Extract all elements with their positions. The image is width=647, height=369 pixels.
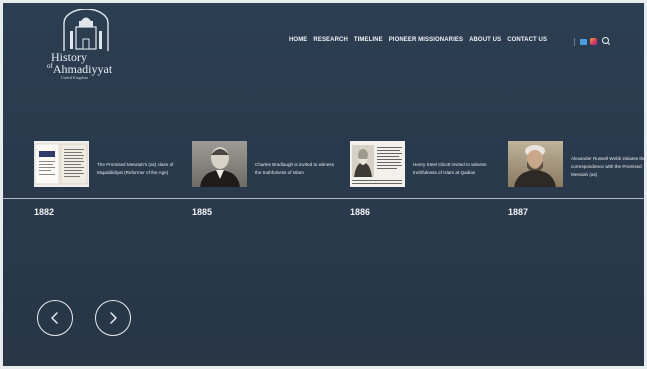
prev-button[interactable] [37,300,73,336]
next-button[interactable] [95,300,131,336]
book-cover-photo [34,141,89,187]
site-logo[interactable]: History ofAhmadiyyat United Kingdom [45,9,127,97]
nav-contact-us[interactable]: CONTACT US [507,37,547,43]
chevron-left-icon [51,312,58,324]
main-nav: HOME RESEARCH TIMELINE PIONEER MISSIONAR… [289,37,547,43]
timeline-line [3,198,644,199]
nav-about-us[interactable]: ABOUT US [469,37,501,43]
nav-research[interactable]: RESEARCH [313,37,347,43]
nav-divider [574,37,575,46]
instagram-icon[interactable] [590,38,597,45]
timeline-year: 1882 [34,207,55,217]
timeline-item-1885[interactable]: Charles Bradlaugh is invited to witness … [192,141,342,217]
nav-pioneer-missionaries[interactable]: PIONEER MISSIONARIES [389,37,463,43]
nav-timeline[interactable]: TIMELINE [354,37,383,43]
timeline-caption: Henry Steel Olcott invited to witness tr… [413,162,487,175]
mosque-logo-icon [63,9,109,51]
henry-olcott-newspaper [350,141,405,187]
charles-bradlaugh-portrait [192,141,247,187]
timeline-caption: Charles Bradlaugh is invited to witness … [255,162,334,175]
logo-ahmadiyyat: Ahmadiyyat [52,62,113,76]
alexander-webb-portrait [508,141,563,187]
timeline-item-1886[interactable]: Henry Steel Olcott invited to witness tr… [350,141,500,217]
timeline-caption: Alexander Russell Webb initiates the cor… [571,156,644,177]
chevron-right-icon [110,312,117,324]
timeline-item-1887[interactable]: Alexander Russell Webb initiates the cor… [508,141,644,217]
timeline-year: 1886 [350,207,371,217]
logo-title-ahmadiyyat: ofAhmadiyyat [45,62,127,76]
logo-subtitle: United Kingdom [61,75,88,80]
twitter-icon[interactable] [580,38,587,45]
nav-icons [574,37,611,46]
timeline-year: 1885 [192,207,213,217]
search-icon[interactable] [602,37,611,46]
nav-home[interactable]: HOME [289,37,307,43]
page: History ofAhmadiyyat United Kingdom HOME… [3,3,644,366]
timeline-item-1882[interactable]: The Promised Messiah's (as) claim of Muj… [34,141,184,217]
timeline-year: 1887 [508,207,529,217]
timeline-caption: The Promised Messiah's (as) claim of Muj… [97,162,174,175]
